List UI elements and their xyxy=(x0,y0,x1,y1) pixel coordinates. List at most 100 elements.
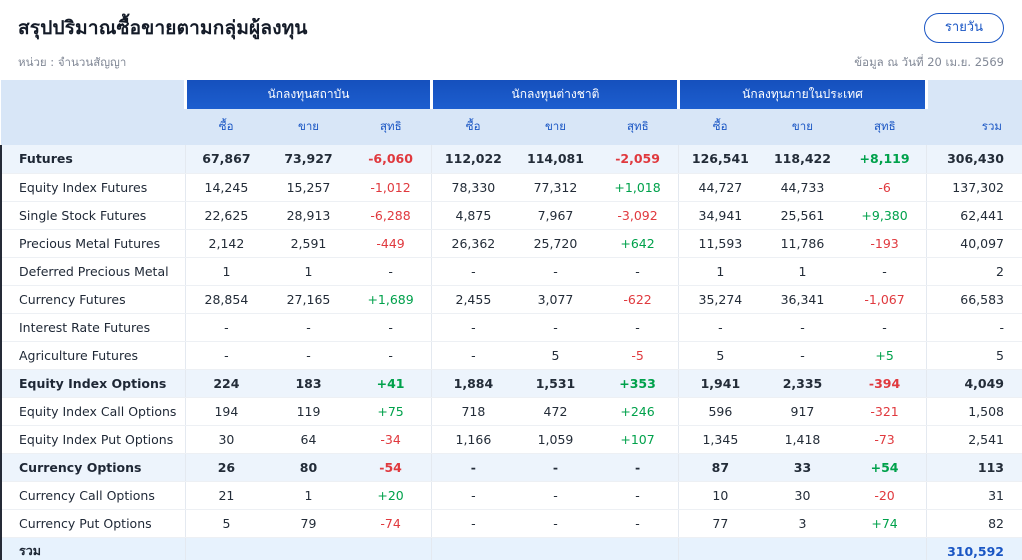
as-of-date: ข้อมูล ณ วันที่ 20 เม.ย. 2569 xyxy=(854,55,1004,69)
sell-cell: - xyxy=(514,313,597,342)
row-label: Deferred Precious Metal xyxy=(0,257,185,286)
sell-cell: - xyxy=(514,453,597,482)
buy-cell: 194 xyxy=(184,397,268,426)
group-header-foreign: นักลงทุนต่างชาติ xyxy=(430,80,681,109)
table-row: Currency Futures 28,854 27,165 +1,689 2,455 3… xyxy=(0,285,1022,314)
sell-cell: 3 xyxy=(761,509,844,538)
subheader-buy: ซื้อ xyxy=(678,109,762,145)
sell-cell: - xyxy=(514,257,597,286)
buy-cell: - xyxy=(431,313,515,342)
sell-cell: - xyxy=(514,481,597,510)
buy-cell: 5 xyxy=(678,341,762,370)
buy-cell: - xyxy=(184,313,268,342)
table-row: Single Stock Futures 22,625 28,913 -6,288 4,… xyxy=(0,201,1022,230)
net-cell: +41 xyxy=(349,369,432,398)
buy-cell: 26 xyxy=(184,453,268,482)
buy-cell: 21 xyxy=(184,481,268,510)
buy-cell: 78,330 xyxy=(431,173,515,202)
buy-cell: - xyxy=(431,257,515,286)
sell-cell: 27,165 xyxy=(267,285,350,314)
buy-cell: 1,941 xyxy=(678,369,762,398)
buy-cell: 14,245 xyxy=(184,173,268,202)
sell-cell xyxy=(514,537,597,560)
table-row: Currency Options 26 80 -54- - -87 33 +54 113 xyxy=(0,453,1022,482)
table-head: นักลงทุนสถาบัน นักลงทุนต่างชาติ นักลงทุน… xyxy=(1,80,1022,145)
subheader-sell: ขาย xyxy=(514,109,597,145)
table-row: Currency Call Options 21 1 +20- - -10 30 -20 31 xyxy=(0,481,1022,510)
sell-cell: 1 xyxy=(761,257,844,286)
buy-cell: - xyxy=(431,509,515,538)
row-label: Precious Metal Futures xyxy=(0,229,185,258)
buy-cell: - xyxy=(431,453,515,482)
subheader-buy: ซื้อ xyxy=(185,109,268,145)
net-cell: - xyxy=(596,481,679,510)
group-header-row: นักลงทุนสถาบัน นักลงทุนต่างชาติ นักลงทุน… xyxy=(1,80,1022,109)
net-cell: -622 xyxy=(596,285,679,314)
net-cell xyxy=(349,537,432,560)
net-cell: +54 xyxy=(843,453,926,482)
table-row: Futures 67,867 73,927 -6,060 112,022 114,081-… xyxy=(0,145,1022,174)
net-cell: -2,059 xyxy=(596,145,679,174)
corner-cell xyxy=(1,80,185,109)
subheader-net: สุทธิ xyxy=(349,109,432,145)
table-body: Futures 67,867 73,927 -6,060 112,022 114,081-… xyxy=(0,145,1022,560)
corner-cell-total xyxy=(926,80,1022,109)
net-cell: -73 xyxy=(843,425,926,454)
buy-cell: - xyxy=(431,481,515,510)
sell-cell: 3,077 xyxy=(514,285,597,314)
buy-cell: 718 xyxy=(431,397,515,426)
row-total: 2,541 xyxy=(925,425,1022,454)
sell-cell: 1 xyxy=(267,257,350,286)
row-total: 66,583 xyxy=(925,285,1022,314)
net-cell: -6 xyxy=(843,173,926,202)
row-label: Equity Index Put Options xyxy=(0,425,185,454)
buy-cell: 2,455 xyxy=(431,285,515,314)
net-cell: +642 xyxy=(596,229,679,258)
sell-cell: 2,591 xyxy=(267,229,350,258)
subheader-net: สุทธิ xyxy=(843,109,926,145)
net-cell: +9,380 xyxy=(843,201,926,230)
daily-view-button[interactable]: รายวัน xyxy=(923,13,1004,43)
buy-cell: 35,274 xyxy=(678,285,762,314)
row-total: 310,592 xyxy=(925,537,1022,560)
buy-cell: 26,362 xyxy=(431,229,515,258)
row-label: Equity Index Futures xyxy=(0,173,185,202)
subheader-empty xyxy=(1,109,185,145)
sell-cell: 80 xyxy=(267,453,350,482)
table-row: Equity Index Put Options 30 64 -34 1,166 1,05… xyxy=(0,425,1022,454)
net-cell: - xyxy=(596,257,679,286)
net-cell xyxy=(596,537,679,560)
buy-cell: 28,854 xyxy=(184,285,268,314)
sell-cell: 1,531 xyxy=(514,369,597,398)
net-cell: -5 xyxy=(596,341,679,370)
sell-cell: 44,733 xyxy=(761,173,844,202)
row-total: 4,049 xyxy=(925,369,1022,398)
net-cell: +1,018 xyxy=(596,173,679,202)
sell-cell: 2,335 xyxy=(761,369,844,398)
topbar: สรุปปริมาณซื้อขายตามกลุ่มผู้ลงทุน รายวัน xyxy=(18,13,1004,43)
row-label: Equity Index Call Options xyxy=(0,397,185,426)
row-total: 2 xyxy=(925,257,1022,286)
row-total: 306,430 xyxy=(925,145,1022,174)
net-cell: -394 xyxy=(843,369,926,398)
buy-cell: 77 xyxy=(678,509,762,538)
row-label: Currency Options xyxy=(0,453,185,482)
buy-cell xyxy=(678,537,762,560)
row-total: 113 xyxy=(925,453,1022,482)
row-total: - xyxy=(925,313,1022,342)
net-cell: - xyxy=(596,313,679,342)
buy-cell: 1 xyxy=(678,257,762,286)
table-row: Equity Index Futures 14,245 15,257 -1,012 78… xyxy=(0,173,1022,202)
sell-cell xyxy=(267,537,350,560)
sell-cell: 118,422 xyxy=(761,145,844,174)
sell-cell: 79 xyxy=(267,509,350,538)
row-total: 137,302 xyxy=(925,173,1022,202)
net-cell: +246 xyxy=(596,397,679,426)
net-cell: +353 xyxy=(596,369,679,398)
group-header-domestic: นักลงทุนภายในประเทศ xyxy=(677,80,928,109)
net-cell: -6,060 xyxy=(349,145,432,174)
net-cell: +5 xyxy=(843,341,926,370)
net-cell: - xyxy=(596,453,679,482)
row-label: Currency Put Options xyxy=(0,509,185,538)
sell-cell: 11,786 xyxy=(761,229,844,258)
